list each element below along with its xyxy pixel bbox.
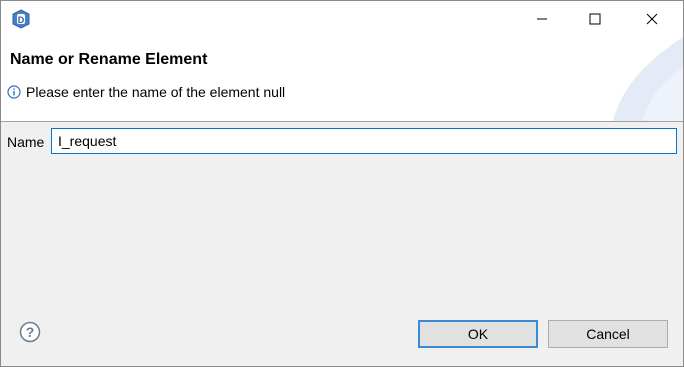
cancel-button[interactable]: Cancel	[548, 320, 668, 348]
dialog-title: Name or Rename Element	[10, 51, 208, 68]
help-button[interactable]: ?	[19, 321, 41, 343]
minimize-icon	[537, 18, 547, 20]
help-icon: ?	[19, 321, 41, 343]
ok-button[interactable]: OK	[418, 320, 538, 348]
close-icon	[646, 13, 658, 25]
rename-element-dialog: D Name or Rename Element Please enter th…	[0, 0, 684, 367]
header-separator	[1, 121, 683, 122]
minimize-button[interactable]	[519, 1, 565, 37]
svg-text:?: ?	[26, 324, 35, 340]
maximize-icon	[589, 13, 601, 25]
name-label: Name	[7, 134, 45, 150]
dialog-header: Name or Rename Element Please enter the …	[1, 37, 683, 121]
app-icon: D	[11, 9, 31, 29]
name-input[interactable]	[51, 128, 677, 154]
title-bar: D	[1, 1, 683, 37]
header-banner-graphic	[613, 37, 683, 121]
dialog-message-text: Please enter the name of the element nul…	[26, 84, 286, 100]
dialog-message: Please enter the name of the element nul…	[7, 84, 285, 100]
svg-text:D: D	[18, 15, 25, 25]
close-button[interactable]	[629, 1, 675, 37]
maximize-button[interactable]	[572, 1, 618, 37]
info-icon	[7, 85, 21, 99]
